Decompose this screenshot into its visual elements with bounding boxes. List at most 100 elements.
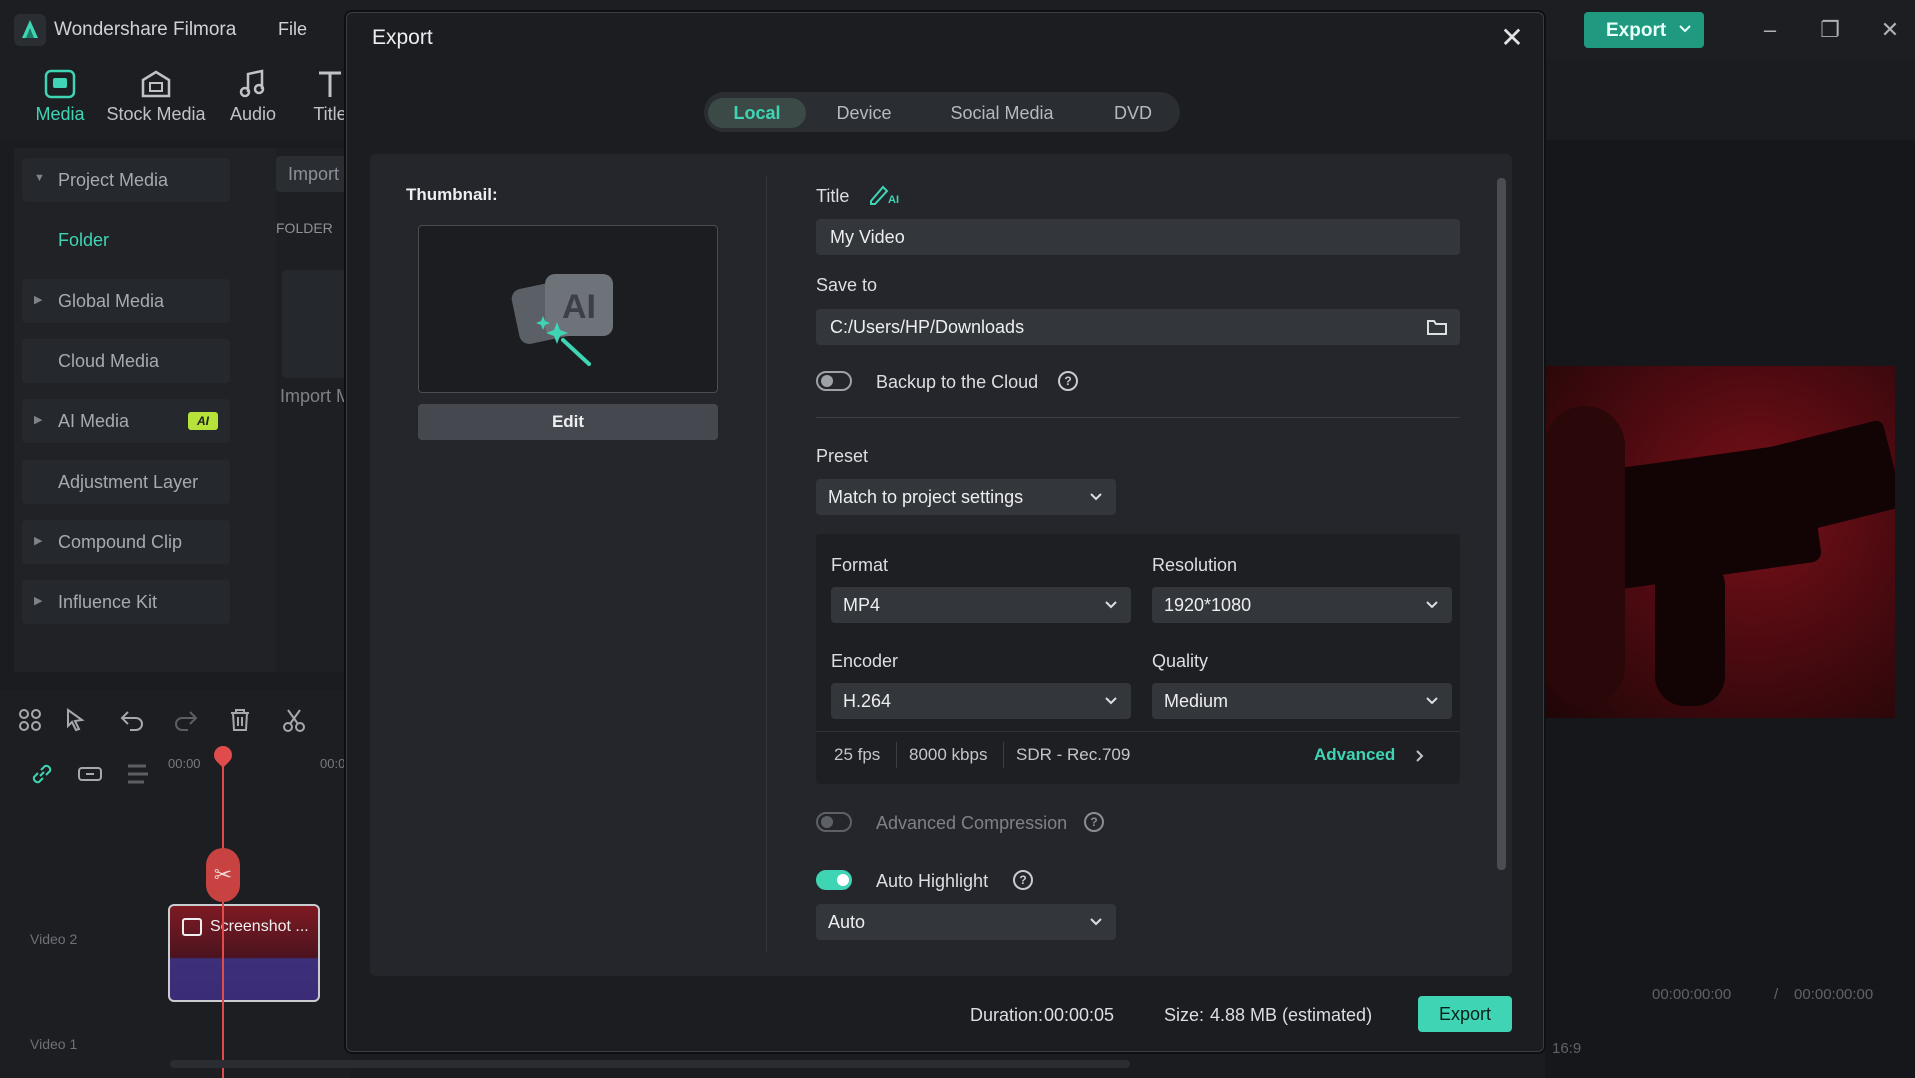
tab-social-media[interactable]: Social Media [934,98,1070,128]
settings-scrollbar[interactable] [1497,178,1506,870]
thumbnail-preview[interactable]: AI [418,225,718,393]
size-label: Size: [1164,1005,1205,1025]
quality-select[interactable]: Medium [1152,683,1452,719]
sidebar-item-adjustment-layer[interactable]: Adjustment Layer [22,460,230,504]
encoder-select[interactable]: H.264 [831,683,1131,719]
ruler-next: 00:0 [320,756,346,771]
meta-separator [1003,742,1004,768]
track-label-video2: Video 2 [30,931,78,947]
sidebar-item-project-media[interactable]: ▼ Project Media [22,158,230,202]
sidebar-item-label: Global Media [58,291,165,311]
duration-label: Duration: [970,1005,1044,1025]
redo-icon[interactable] [172,706,200,734]
auto-highlight-value: Auto [828,912,866,932]
delete-icon[interactable] [226,706,254,734]
stock-media-icon [141,70,171,98]
help-icon[interactable]: ? [1013,870,1033,890]
panel-divider [766,176,767,952]
advanced-label: Advanced [1314,745,1396,764]
total-time: 00:00:00:00 [1794,986,1874,1003]
settings-divider [816,731,1460,732]
tool-audio-label: Audio [229,104,277,124]
playhead[interactable] [222,748,224,1078]
top-export-button[interactable]: Export [1584,12,1704,48]
quality-label: Quality [1152,651,1209,671]
sidebar-item-label: Influence Kit [58,592,158,612]
split-marker-icon[interactable]: ✂ [206,848,240,902]
save-path-input[interactable]: C:/Users/HP/Downloads [816,309,1460,345]
auto-highlight-toggle[interactable] [816,870,852,890]
link-icon[interactable] [28,760,56,788]
save-to-label: Save to [816,275,878,295]
track-label-video1: Video 1 [30,1036,78,1052]
export-button[interactable]: Export [1418,996,1512,1032]
sidebar-item-cloud-media[interactable]: Cloud Media [22,339,230,383]
save-path-value: C:/Users/HP/Downloads [830,317,1025,337]
current-time: 00:00:00:00 [1652,986,1732,1003]
chevron-down-icon [1090,493,1102,501]
close-icon[interactable]: ✕ [1498,24,1526,52]
format-select[interactable]: MP4 [831,587,1131,623]
help-icon[interactable]: ? [1058,371,1078,391]
meta-separator [896,742,897,768]
tab-local[interactable]: Local [708,98,806,128]
sidebar-item-folder[interactable]: Folder [22,218,230,262]
advanced-link[interactable]: Advanced [1314,745,1424,765]
import-media-tile[interactable] [282,270,346,378]
title-label: Title [816,186,850,206]
resolution-label: Resolution [1152,555,1238,575]
import-button[interactable]: Import [276,156,348,192]
tab-dvd[interactable]: DVD [1090,98,1176,128]
select-tool-icon[interactable] [62,706,90,734]
ai-rename-icon[interactable]: AI [868,182,900,206]
tab-device[interactable]: Device [814,98,914,128]
sidebar-item-global-media[interactable]: ▶ Global Media [22,279,230,323]
format-label: Format [831,555,889,575]
advanced-compression-label: Advanced Compression [876,813,1068,833]
aspect-ratio[interactable]: 16:9 [1552,1040,1581,1057]
folder-heading: FOLDER [276,220,333,236]
sidebar-item-influence-kit[interactable]: ▶ Influence Kit [22,580,230,624]
help-icon[interactable]: ? [1084,812,1104,832]
track-layout-icon[interactable] [124,760,152,788]
media-icon [44,69,76,99]
window-close-icon[interactable]: ✕ [1876,16,1904,44]
tool-stock-media[interactable]: Stock Media [104,68,208,125]
minimize-icon[interactable]: – [1756,16,1784,44]
app-title: Wondershare Filmora [54,19,237,40]
sidebar-item-label: Project Media [58,170,169,190]
auto-highlight-select[interactable]: Auto [816,904,1116,940]
advanced-compression-toggle[interactable] [816,812,852,832]
caret-right-icon: ▶ [34,595,43,607]
import-media-label: Import M [280,386,352,406]
sidebar-item-ai-media[interactable]: ▶ AI Media AI [22,399,230,443]
preset-label: Preset [816,446,869,466]
tool-media[interactable]: Media [30,68,90,125]
sidebar-item-label: Adjustment Layer [58,472,199,492]
edit-thumbnail-button[interactable]: Edit [418,404,718,440]
auto-highlight-label: Auto Highlight [876,871,989,891]
restore-icon[interactable]: ❐ [1816,16,1844,44]
folder-icon[interactable] [1426,317,1448,337]
timeline-clip[interactable]: Screenshot ... [168,904,320,1002]
scissors-icon[interactable] [280,706,308,734]
sidebar-item-compound-clip[interactable]: ▶ Compound Clip [22,520,230,564]
backup-cloud-toggle[interactable] [816,371,852,391]
tool-audio[interactable]: Audio [222,68,284,125]
timeline-scrollbar[interactable] [170,1060,1130,1068]
grid-icon[interactable] [16,706,44,734]
preview-video [1545,366,1895,718]
title-input[interactable]: My Video [816,219,1460,255]
svg-text:AI: AI [562,288,596,326]
resolution-select[interactable]: 1920*1080 [1152,587,1452,623]
group-icon[interactable] [76,760,104,788]
preset-select[interactable]: Match to project settings [816,479,1116,515]
chevron-down-icon[interactable] [1678,19,1692,39]
tool-title[interactable]: Title [310,68,350,125]
menu-file[interactable]: File [278,19,307,40]
caret-right-icon: ▶ [34,535,43,547]
sidebar-item-label: AI Media [58,411,130,431]
chevron-down-icon [1105,697,1117,705]
undo-icon[interactable] [118,706,146,734]
top-export-label: Export [1606,20,1667,41]
